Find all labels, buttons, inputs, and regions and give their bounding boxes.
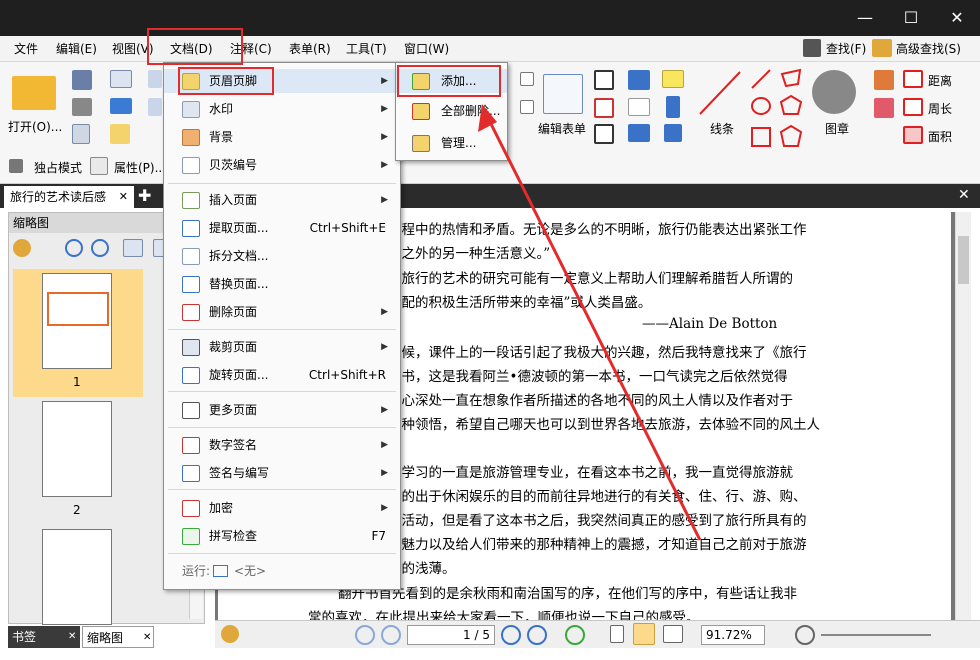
annotation-arrow <box>478 104 702 541</box>
